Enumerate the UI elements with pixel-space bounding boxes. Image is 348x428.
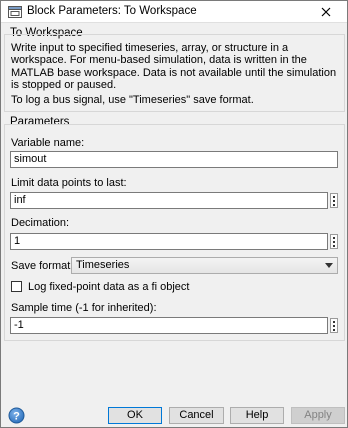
help-button[interactable]: Help (230, 407, 284, 424)
sample-time-more-button[interactable] (330, 318, 338, 333)
decimation-more-button[interactable] (330, 234, 338, 249)
close-icon[interactable] (319, 5, 333, 19)
bus-signal-note: To log a bus signal, use "Timeseries" sa… (11, 94, 254, 106)
simulink-block-icon (8, 6, 22, 18)
save-format-label: Save format: (11, 260, 74, 272)
decimation-input[interactable]: 1 (10, 233, 328, 250)
decimation-label: Decimation: (11, 217, 70, 229)
help-icon[interactable]: ? (8, 407, 25, 424)
limit-points-input[interactable]: inf (10, 192, 328, 209)
limit-points-more-button[interactable] (330, 193, 338, 208)
ok-button[interactable]: OK (108, 407, 162, 424)
log-fixed-point-label: Log fixed-point data as a fi object (28, 281, 190, 293)
save-format-select[interactable]: Timeseries (71, 257, 338, 274)
limit-points-label: Limit data points to last: (11, 177, 127, 189)
window-title: Block Parameters: To Workspace (27, 5, 197, 17)
svg-text:?: ? (13, 411, 20, 423)
cancel-button[interactable]: Cancel (169, 407, 224, 424)
variable-name-label: Variable name: (11, 137, 85, 149)
sample-time-input[interactable]: -1 (10, 317, 328, 334)
block-parameters-dialog: Block Parameters: To Workspace To Worksp… (0, 0, 348, 428)
log-fixed-point-checkbox[interactable] (11, 281, 22, 292)
variable-name-input[interactable]: simout (10, 151, 338, 168)
chevron-down-icon (325, 263, 333, 268)
title-bar[interactable]: Block Parameters: To Workspace (1, 1, 347, 23)
sample-time-label: Sample time (-1 for inherited): (11, 302, 157, 314)
save-format-value: Timeseries (76, 259, 130, 271)
apply-button[interactable]: Apply (291, 407, 345, 424)
block-description: Write input to specified timeseries, arr… (11, 42, 337, 92)
